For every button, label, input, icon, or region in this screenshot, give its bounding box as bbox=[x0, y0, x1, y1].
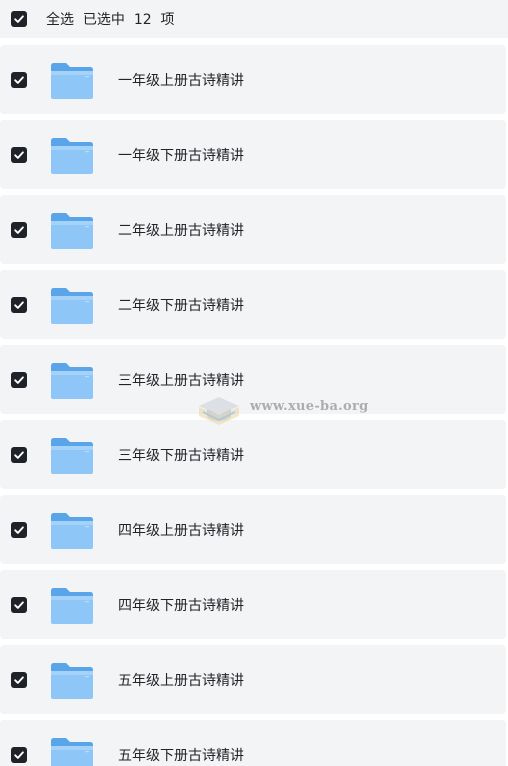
checkmark-icon bbox=[14, 150, 24, 159]
row-checkbox[interactable] bbox=[11, 146, 27, 163]
row-checkbox[interactable] bbox=[11, 296, 27, 313]
folder-row[interactable]: 一年级下册古诗精讲 bbox=[0, 120, 506, 189]
folder-icon bbox=[51, 437, 93, 474]
folder-name: 一年级上册古诗精讲 bbox=[118, 72, 244, 89]
folder-row[interactable]: 五年级下册古诗精讲 bbox=[0, 720, 506, 766]
selection-summary: 全选 已选中 12 项 bbox=[46, 9, 175, 29]
folder-row[interactable]: 四年级下册古诗精讲 bbox=[0, 570, 506, 639]
folder-icon bbox=[51, 62, 93, 99]
checkmark-icon bbox=[14, 750, 24, 759]
row-checkbox[interactable] bbox=[11, 371, 27, 388]
folder-row[interactable]: 二年级下册古诗精讲 bbox=[0, 270, 506, 339]
folder-name: 一年级下册古诗精讲 bbox=[118, 147, 244, 164]
select-all-checkbox[interactable] bbox=[11, 11, 27, 27]
row-checkbox[interactable] bbox=[11, 446, 27, 463]
folder-icon bbox=[51, 287, 93, 324]
folder-row[interactable]: 三年级下册古诗精讲 bbox=[0, 420, 506, 489]
folder-icon bbox=[51, 137, 93, 174]
checkmark-icon bbox=[14, 75, 24, 84]
row-checkbox[interactable] bbox=[11, 221, 27, 238]
folder-icon bbox=[51, 662, 93, 699]
folder-name: 四年级下册古诗精讲 bbox=[118, 597, 244, 614]
row-checkbox[interactable] bbox=[11, 521, 27, 538]
checkmark-icon bbox=[14, 450, 24, 459]
file-selection-page: 全选 已选中 12 项 一年级上册古诗精讲 一年级下册古诗精讲 二年级上册古诗精… bbox=[0, 0, 508, 766]
folder-icon bbox=[51, 512, 93, 549]
checkmark-icon bbox=[14, 15, 24, 23]
folder-row[interactable]: 二年级上册古诗精讲 bbox=[0, 195, 506, 264]
folder-name: 三年级上册古诗精讲 bbox=[118, 372, 244, 389]
checkmark-icon bbox=[14, 375, 24, 384]
folder-icon bbox=[51, 212, 93, 249]
folder-name: 四年级上册古诗精讲 bbox=[118, 522, 244, 539]
folder-name: 五年级下册古诗精讲 bbox=[118, 747, 244, 764]
folder-row[interactable]: 一年级上册古诗精讲 bbox=[0, 45, 506, 114]
folder-icon bbox=[51, 737, 93, 766]
folder-name: 五年级上册古诗精讲 bbox=[118, 672, 244, 689]
folder-row[interactable]: 四年级上册古诗精讲 bbox=[0, 495, 506, 564]
checkmark-icon bbox=[14, 225, 24, 234]
folder-name: 二年级下册古诗精讲 bbox=[118, 297, 244, 314]
row-checkbox[interactable] bbox=[11, 671, 27, 688]
folder-name: 三年级下册古诗精讲 bbox=[118, 447, 244, 464]
checkmark-icon bbox=[14, 525, 24, 534]
checkmark-icon bbox=[14, 675, 24, 684]
folder-icon bbox=[51, 362, 93, 399]
folder-name: 二年级上册古诗精讲 bbox=[118, 222, 244, 239]
folder-icon bbox=[51, 587, 93, 624]
select-all-label[interactable]: 全选 bbox=[46, 12, 74, 28]
select-all-bar: 全选 已选中 12 项 bbox=[0, 0, 508, 38]
folder-row[interactable]: 五年级上册古诗精讲 bbox=[0, 645, 506, 714]
folder-row[interactable]: 三年级上册古诗精讲 bbox=[0, 345, 506, 414]
checkmark-icon bbox=[14, 600, 24, 609]
selected-prefix: 已选中 bbox=[82, 12, 125, 28]
selected-suffix: 项 bbox=[160, 12, 175, 28]
row-checkbox[interactable] bbox=[11, 596, 27, 613]
row-checkbox[interactable] bbox=[11, 71, 27, 88]
checkmark-icon bbox=[14, 300, 24, 309]
selected-count: 12 bbox=[133, 12, 152, 28]
row-checkbox[interactable] bbox=[11, 746, 27, 763]
